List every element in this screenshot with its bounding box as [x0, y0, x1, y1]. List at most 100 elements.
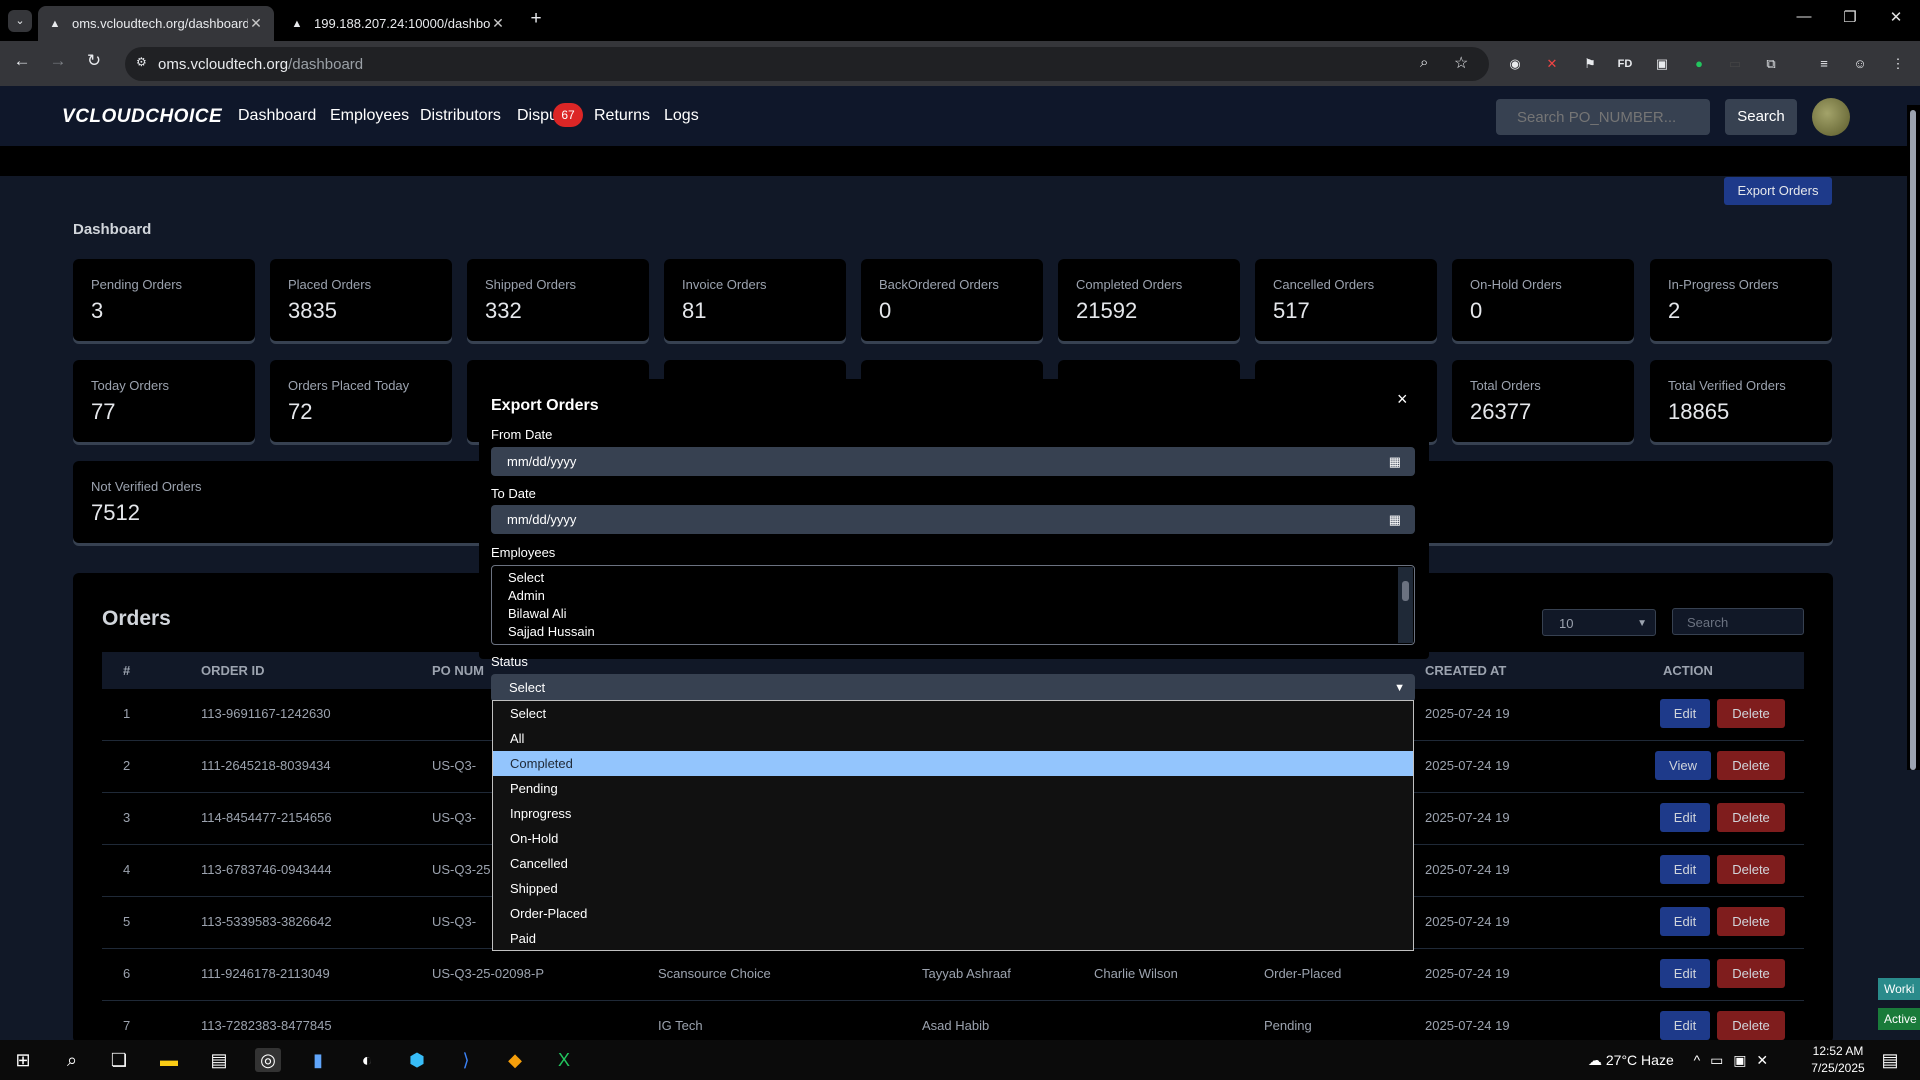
to-date-input[interactable]: mm/dd/yyyy ▦	[491, 505, 1415, 534]
address-bar[interactable]: ⚙ oms.vcloudtech.org/dashboard ⌕ ☆	[125, 47, 1489, 81]
status-option[interactable]: Pending	[493, 776, 1413, 801]
extension-translate-icon[interactable]: ⚑	[1580, 54, 1600, 74]
employee-option[interactable]: Sajjad Hussain	[508, 623, 1414, 641]
nav-returns[interactable]: Returns	[594, 107, 650, 125]
side-status-active[interactable]: Active	[1878, 1008, 1920, 1030]
window-close-icon[interactable]: ✕	[1873, 8, 1919, 32]
employees-scroll-thumb[interactable]	[1402, 581, 1409, 601]
extension-glasses-icon[interactable]: ◉	[1505, 54, 1525, 74]
back-icon[interactable]: ←	[8, 51, 36, 75]
search-button[interactable]: Search	[1725, 99, 1797, 135]
extension-green-icon[interactable]: ●	[1689, 54, 1709, 74]
employees-scrollbar[interactable]	[1398, 567, 1413, 643]
status-option[interactable]: On-Hold	[493, 826, 1413, 851]
extensions-puzzle-icon[interactable]: ⧉	[1761, 54, 1781, 74]
new-tab-icon[interactable]: +	[524, 8, 548, 32]
status-option[interactable]: Cancelled	[493, 851, 1413, 876]
close-tab-icon[interactable]: ✕	[490, 15, 506, 32]
status-option[interactable]: Completed	[493, 751, 1413, 776]
zoom-icon[interactable]: ⌕	[1420, 54, 1428, 71]
app-hex-icon[interactable]: ⬢	[404, 1048, 430, 1072]
page-scroll-thumb[interactable]	[1910, 110, 1916, 770]
vscode-icon[interactable]: ⟩	[453, 1048, 479, 1072]
delete-button[interactable]: Delete	[1717, 803, 1785, 832]
windows-start-icon[interactable]: ⊞	[10, 1048, 36, 1072]
employee-option[interactable]: Admin	[508, 587, 1414, 605]
status-option[interactable]: Inprogress	[493, 801, 1413, 826]
file-explorer-icon[interactable]: ▬	[156, 1048, 182, 1072]
po-number-search-input[interactable]	[1496, 99, 1710, 135]
nav-distributors[interactable]: Distributors	[420, 107, 501, 125]
tab-search-icon[interactable]: ⌄	[8, 10, 32, 32]
bookmark-star-icon[interactable]: ☆	[1454, 53, 1468, 73]
table-search-input[interactable]: Search	[1672, 608, 1804, 635]
status-option[interactable]: Paid	[493, 926, 1413, 951]
export-orders-button[interactable]: Export Orders	[1724, 177, 1832, 205]
extension-x-icon[interactable]: ✕	[1542, 54, 1562, 74]
delete-button[interactable]: Delete	[1717, 907, 1785, 936]
status-option[interactable]: Shipped	[493, 876, 1413, 901]
store-icon[interactable]: ▤	[206, 1048, 232, 1072]
view-button[interactable]: View	[1655, 751, 1711, 780]
status-option[interactable]: Order-Placed	[493, 901, 1413, 926]
status-select[interactable]: Select ▼	[491, 674, 1415, 702]
search-icon[interactable]: ⌕	[59, 1048, 85, 1072]
from-date-input[interactable]: mm/dd/yyyy ▦	[491, 447, 1415, 476]
delete-button[interactable]: Delete	[1717, 751, 1785, 780]
media-control-icon[interactable]: ≡	[1814, 54, 1834, 74]
task-view-icon[interactable]: ❏	[106, 1048, 132, 1072]
battery-icon[interactable]: ▭	[1710, 1052, 1723, 1068]
brand-logo[interactable]: VCLOUDCHOICE	[62, 106, 222, 128]
notifications-icon[interactable]: ▤	[1877, 1048, 1903, 1072]
site-info-icon[interactable]: ⚙	[136, 55, 147, 69]
delete-button[interactable]: Delete	[1717, 855, 1785, 884]
clock[interactable]: 12:52 AM 7/25/2025	[1806, 1043, 1870, 1077]
status-option[interactable]: All	[493, 726, 1413, 751]
reload-icon[interactable]: ↻	[80, 51, 108, 75]
network-icon[interactable]: ▣	[1733, 1052, 1746, 1068]
page-size-select[interactable]: 10 ▼	[1542, 609, 1656, 636]
delete-button[interactable]: Delete	[1717, 699, 1785, 728]
employees-listbox[interactable]: Select Admin Bilawal Ali Sajjad Hussain	[491, 565, 1415, 645]
app-circle-icon[interactable]: ◐	[354, 1048, 380, 1072]
nav-dashboard[interactable]: Dashboard	[238, 107, 316, 125]
delete-button[interactable]: Delete	[1717, 1011, 1785, 1040]
to-date-label: To Date	[491, 486, 536, 501]
minimize-icon[interactable]: —	[1781, 8, 1827, 32]
delete-button[interactable]: Delete	[1717, 959, 1785, 988]
menu-kebab-icon[interactable]: ⋮	[1888, 54, 1908, 74]
edit-button[interactable]: Edit	[1660, 1011, 1710, 1040]
status-option[interactable]: Select	[493, 701, 1413, 726]
calendar-icon[interactable]: ▦	[1389, 505, 1401, 534]
forward-icon[interactable]: →	[44, 51, 72, 75]
tab-dashboard[interactable]: ▲ oms.vcloudtech.org/dashboard ✕	[38, 6, 274, 41]
chrome-icon[interactable]: ◎	[255, 1048, 281, 1072]
nav-logs[interactable]: Logs	[664, 107, 699, 125]
restore-icon[interactable]: ❐	[1827, 8, 1873, 32]
user-avatar[interactable]	[1812, 98, 1850, 136]
edit-button[interactable]: Edit	[1660, 699, 1710, 728]
volume-muted-icon[interactable]: ✕	[1756, 1052, 1768, 1068]
edit-button[interactable]: Edit	[1660, 907, 1710, 936]
profile-icon[interactable]: ☺	[1850, 54, 1870, 74]
zoom-app-icon[interactable]: ▮	[305, 1048, 331, 1072]
tray-chevron-icon[interactable]: ^	[1694, 1052, 1701, 1068]
modal-close-icon[interactable]: ×	[1397, 389, 1408, 410]
calendar-icon[interactable]: ▦	[1389, 447, 1401, 476]
git-icon[interactable]: ◆	[502, 1048, 528, 1072]
extension-grey-icon[interactable]: ▭	[1725, 54, 1745, 74]
edit-button[interactable]: Edit	[1660, 803, 1710, 832]
edit-button[interactable]: Edit	[1660, 959, 1710, 988]
employee-option[interactable]: Bilawal Ali	[508, 605, 1414, 623]
tab-server[interactable]: ▲ 199.188.207.24:10000/dashboa ✕	[280, 6, 516, 41]
nav-employees[interactable]: Employees	[330, 107, 409, 125]
nav-disputes[interactable]: Dispu	[517, 107, 558, 125]
close-tab-icon[interactable]: ✕	[248, 15, 264, 32]
side-status-working[interactable]: Worki	[1878, 978, 1920, 1000]
weather-text[interactable]: 27°C Haze	[1606, 1052, 1674, 1068]
edit-button[interactable]: Edit	[1660, 855, 1710, 884]
employee-option[interactable]: Select	[508, 569, 1414, 587]
excel-icon[interactable]: X	[551, 1048, 577, 1072]
extension-fd-icon[interactable]: FD	[1615, 54, 1635, 74]
extension-image-icon[interactable]: ▣	[1652, 54, 1672, 74]
